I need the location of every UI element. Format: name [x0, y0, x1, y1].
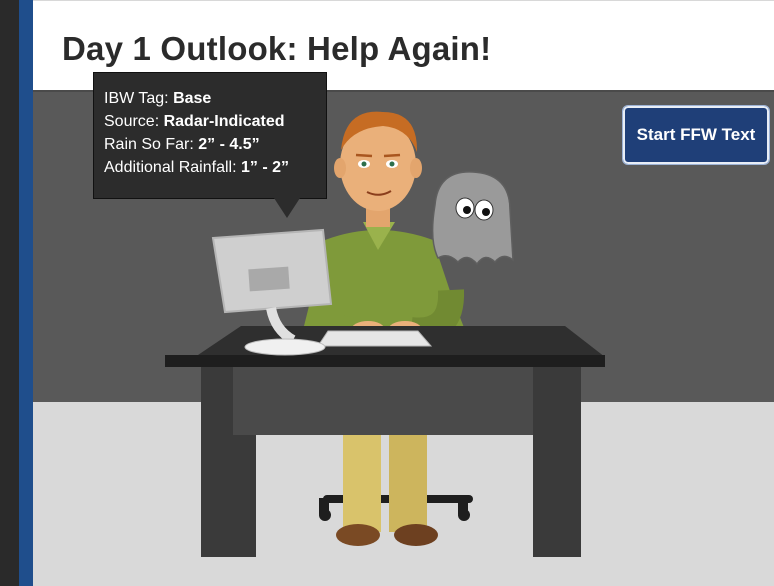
- man-leg-left: [343, 430, 381, 532]
- source-label: Source:: [104, 113, 164, 130]
- rain-so-far-value: 2” - 4.5”: [198, 136, 260, 153]
- slide: Day 1 Outlook: Help Again! IBW Tag: Base…: [0, 0, 774, 586]
- additional-rainfall-value: 1” - 2”: [240, 159, 289, 176]
- ghost-icon: [431, 171, 514, 266]
- keyboard: [317, 330, 433, 347]
- monitor-base: [244, 338, 326, 356]
- rain-so-far-label: Rain So Far:: [104, 136, 199, 153]
- man-ear-left: [334, 158, 346, 178]
- ibw-tag-label: IBW Tag:: [104, 90, 174, 107]
- tooltip-tail: [274, 198, 300, 218]
- slide-title: Day 1 Outlook: Help Again!: [62, 30, 492, 67]
- top-divider: [33, 0, 774, 7]
- info-tooltip: IBW Tag: Base Source: Radar-Indicated Ra…: [93, 72, 327, 199]
- desk-leg-right: [533, 367, 581, 557]
- tooltip-row-rain-so-far: Rain So Far: 2” - 4.5”: [104, 133, 326, 156]
- tooltip-row-ibw-tag: IBW Tag: Base: [104, 87, 326, 110]
- man-ear-right: [410, 158, 422, 178]
- tooltip-row-source: Source: Radar-Indicated: [104, 110, 326, 133]
- left-bar-accent: [19, 0, 33, 586]
- man-shoe-right: [394, 524, 438, 546]
- desk-edge: [165, 355, 605, 367]
- additional-rainfall-label: Additional Rainfall:: [104, 159, 241, 176]
- man-shoe-left: [336, 524, 380, 546]
- source-value: Radar-Indicated: [163, 113, 285, 130]
- man-leg-right: [389, 430, 427, 532]
- desk-drawer: [233, 367, 533, 435]
- tooltip-row-additional-rainfall: Additional Rainfall: 1” - 2”: [104, 156, 326, 179]
- ibw-tag-value: Base: [173, 90, 212, 107]
- start-ffw-text-button[interactable]: Start FFW Text: [622, 105, 770, 165]
- left-bar-dark: [0, 0, 19, 586]
